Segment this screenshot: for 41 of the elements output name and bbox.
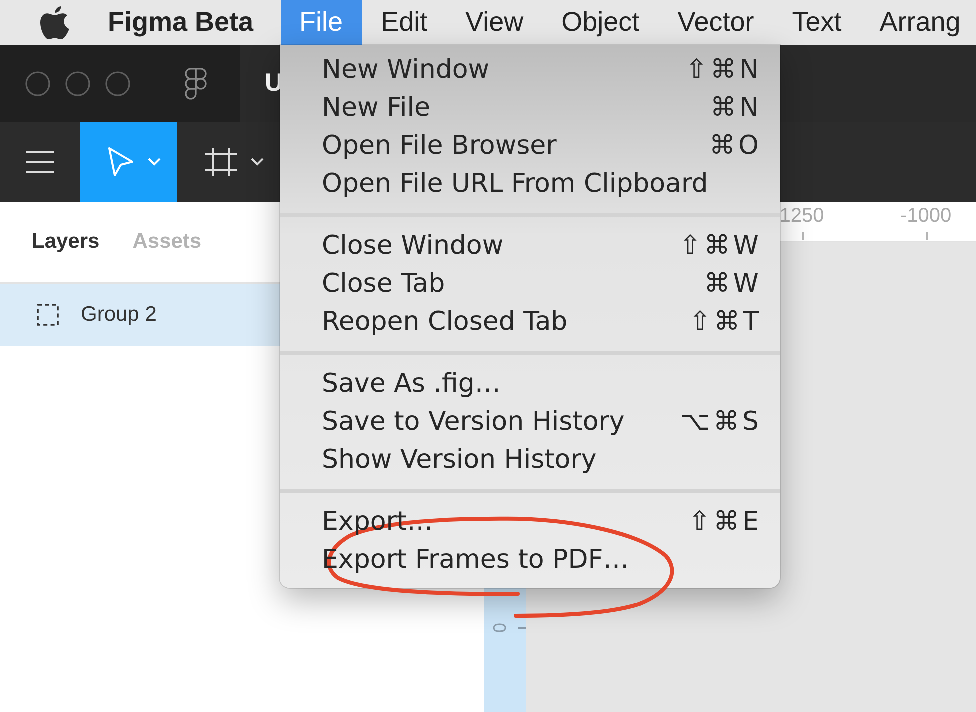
panel-tab[interactable]: Layers (32, 230, 100, 254)
frame-icon (205, 148, 237, 176)
cursor-icon (108, 147, 134, 177)
chevron-icon (148, 158, 161, 166)
shortcut-text: ⇧⌘T (689, 307, 762, 337)
ruler-tick (926, 232, 928, 240)
shortcut-text: ⌘W (704, 269, 762, 299)
close-button[interactable] (25, 70, 51, 96)
menu-item[interactable]: Save As .fig… (280, 365, 780, 403)
menu-bar-item[interactable]: Text (773, 0, 861, 45)
menu-item[interactable]: New File ⌘N (280, 89, 780, 127)
apple-icon[interactable] (40, 6, 70, 40)
shortcut-text: ⇧⌘W (680, 231, 762, 261)
menu-bar-item[interactable]: Object (542, 0, 659, 45)
ruler-label: 1250 (780, 205, 824, 228)
chevron-icon (251, 158, 264, 166)
app-menu[interactable]: Figma Beta (89, 0, 281, 45)
menu-icon (26, 151, 54, 173)
menu-item[interactable]: Show Version History (280, 441, 780, 479)
logo-icon[interactable] (185, 68, 207, 100)
menu-bar-item[interactable]: View (446, 0, 543, 45)
menu-item[interactable]: Open File Browser ⌘O (280, 127, 780, 165)
shortcut-text: ⇧⌘N (686, 55, 762, 85)
menu-item[interactable]: Close Window ⇧⌘W (280, 227, 780, 265)
minimize-button[interactable] (65, 70, 91, 96)
shortcut-text: ⌥⌘S (680, 407, 762, 437)
ruler-label: -1000 (900, 205, 952, 228)
menu-bar-item[interactable]: Edit (362, 0, 447, 45)
menu-bar-item[interactable]: Arrang (860, 0, 976, 45)
shortcut-text: ⇧⌘E (688, 507, 762, 537)
shortcut-text: ⌘O (710, 131, 762, 161)
menu-item[interactable]: Save to Version History ⌥⌘S (280, 403, 780, 441)
group-icon (37, 304, 59, 326)
menu-bar-item[interactable]: Vector (658, 0, 774, 45)
menu-item[interactable]: New Window ⇧⌘N (280, 51, 780, 89)
ruler-label: 0 (491, 623, 509, 633)
shortcut-text: ⌘N (710, 93, 762, 123)
ruler-tick (802, 232, 804, 240)
menu-item[interactable]: Open File URL From Clipboard (280, 165, 780, 203)
zoom-button[interactable] (105, 70, 131, 96)
ruler-tick (518, 627, 526, 629)
